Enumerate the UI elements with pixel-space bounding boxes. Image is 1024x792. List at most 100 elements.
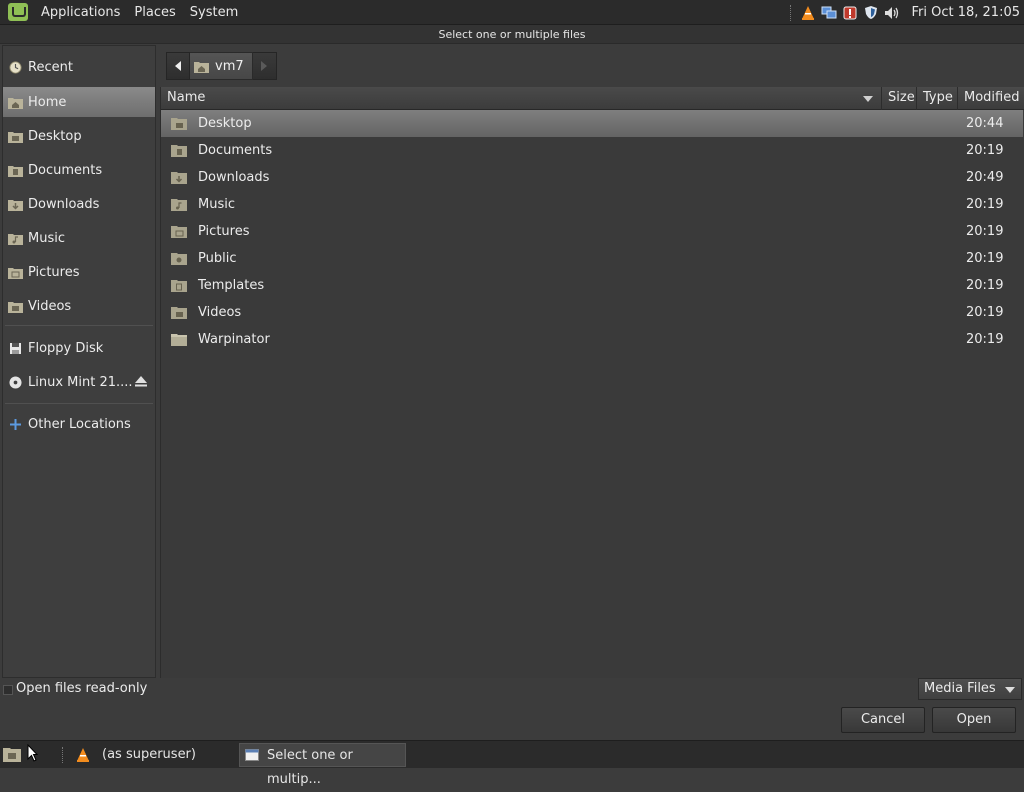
sidebar-item-floppy[interactable]: Floppy Disk — [3, 333, 155, 363]
volume-icon[interactable] — [884, 5, 900, 21]
sidebar-item-pictures[interactable]: Pictures — [3, 257, 155, 287]
folder-icon — [171, 145, 187, 157]
read-only-checkbox[interactable] — [3, 685, 13, 695]
system-tray: Fri Oct 18, 21:05 — [790, 0, 1024, 25]
sidebar-item-label: Home — [28, 94, 67, 110]
dialog-footer: Open files read-only Media Files Cancel … — [0, 678, 1024, 740]
menu-applications[interactable]: Applications — [34, 5, 127, 20]
home-folder-icon — [194, 61, 209, 73]
taskbar-separator — [62, 747, 64, 763]
chevron-left-icon — [175, 61, 181, 71]
folder-icon — [8, 131, 23, 143]
taskbar-item-label: Select one or multip... — [267, 748, 353, 787]
update-alert-icon[interactable] — [842, 5, 858, 21]
filter-value: Media Files — [924, 681, 996, 696]
sidebar-item-label: Desktop — [28, 128, 82, 144]
file-row-music[interactable]: Music 20:19 — [161, 191, 1023, 218]
file-modified: 20:19 — [966, 251, 1004, 266]
folder-icon — [171, 280, 187, 292]
plus-icon — [10, 418, 21, 430]
column-header-label: Name — [167, 90, 206, 105]
vlc-icon — [77, 748, 89, 762]
taskbar-item-file-dialog[interactable]: Select one or multip... — [239, 743, 406, 787]
sidebar-item-label: Other Locations — [28, 416, 131, 432]
sidebar-item-desktop[interactable]: Desktop — [3, 121, 155, 151]
folder-icon — [8, 199, 23, 211]
taskbar-item-vlc[interactable]: (as superuser) — [74, 743, 234, 767]
folder-icon — [8, 165, 23, 177]
show-desktop-icon[interactable] — [2, 745, 22, 763]
column-header-type[interactable]: Type — [917, 87, 958, 110]
sidebar-item-documents[interactable]: Documents — [3, 155, 155, 185]
file-row-documents[interactable]: Documents 20:19 — [161, 137, 1023, 164]
file-list[interactable]: Name Size Type Modified Desktop 20:44 Do… — [160, 87, 1024, 678]
menu-places[interactable]: Places — [127, 5, 182, 20]
folder-icon — [8, 301, 23, 313]
open-button[interactable]: Open — [932, 707, 1016, 733]
file-row-warpinator[interactable]: Warpinator 20:19 — [161, 326, 1023, 353]
clock[interactable]: Fri Oct 18, 21:05 — [911, 5, 1020, 20]
taskbar: (as superuser) Select one or multip... — [0, 740, 1024, 787]
path-bar: vm7 — [166, 52, 277, 80]
folder-icon — [171, 307, 187, 319]
file-row-templates[interactable]: Templates 20:19 — [161, 272, 1023, 299]
sidebar-item-linux-mint-disc[interactable]: Linux Mint 21.... — [3, 367, 155, 397]
dialog-title: Select one or multiple files — [0, 25, 1024, 44]
file-row-videos[interactable]: Videos 20:19 — [161, 299, 1023, 326]
file-name: Desktop — [198, 116, 252, 131]
sidebar-item-home[interactable]: Home — [3, 87, 155, 117]
file-row-pictures[interactable]: Pictures 20:19 — [161, 218, 1023, 245]
taskbar-item-label: (as superuser) — [102, 747, 196, 762]
chevron-right-icon — [261, 61, 268, 71]
file-modified: 20:44 — [966, 116, 1004, 131]
file-row-desktop[interactable]: Desktop 20:44 — [161, 110, 1023, 137]
eject-icon[interactable] — [135, 376, 147, 387]
folder-icon — [8, 233, 23, 245]
column-header-modified[interactable]: Modified — [958, 87, 1024, 110]
shield-icon[interactable] — [863, 5, 879, 21]
sidebar-item-label: Downloads — [28, 196, 100, 212]
file-name: Warpinator — [198, 332, 270, 347]
folder-icon — [8, 267, 23, 279]
sidebar-item-other-locations[interactable]: Other Locations — [3, 409, 155, 439]
chevron-down-icon — [1005, 687, 1015, 693]
file-modified: 20:19 — [966, 197, 1004, 212]
sort-descending-icon — [863, 96, 873, 102]
file-type-filter[interactable]: Media Files — [918, 678, 1022, 700]
sidebar-item-label: Documents — [28, 162, 103, 178]
sidebar-item-recent[interactable]: Recent — [3, 52, 155, 82]
mint-menu-icon[interactable] — [8, 3, 28, 21]
window-icon — [245, 749, 259, 761]
folder-icon — [171, 334, 187, 346]
folder-icon — [171, 172, 187, 184]
column-header-name[interactable]: Name — [161, 87, 882, 110]
home-folder-icon — [8, 97, 23, 109]
file-row-downloads[interactable]: Downloads 20:49 — [161, 164, 1023, 191]
path-button-home[interactable]: vm7 — [190, 52, 253, 80]
sidebar-item-label: Videos — [28, 298, 72, 314]
vlc-icon[interactable] — [800, 5, 816, 21]
sidebar-item-downloads[interactable]: Downloads — [3, 189, 155, 219]
sidebar-item-label: Recent — [28, 59, 73, 75]
folder-icon — [171, 199, 187, 211]
file-modified: 20:19 — [966, 332, 1004, 347]
file-name: Documents — [198, 143, 273, 158]
cancel-button[interactable]: Cancel — [841, 707, 925, 733]
sidebar-item-music[interactable]: Music — [3, 223, 155, 253]
file-modified: 20:19 — [966, 278, 1004, 293]
column-header-size[interactable]: Size — [882, 87, 917, 110]
file-name: Music — [198, 197, 235, 212]
path-scroll-left[interactable] — [166, 52, 190, 80]
folder-icon — [171, 118, 187, 130]
sidebar-item-videos[interactable]: Videos — [3, 291, 155, 321]
top-panel: Applications Places System Fri Oct 18, 2… — [0, 0, 1024, 25]
read-only-label[interactable]: Open files read-only — [16, 681, 147, 696]
disc-icon — [9, 375, 22, 389]
sidebar-item-label: Music — [28, 230, 65, 246]
file-name: Public — [198, 251, 237, 266]
network-icon[interactable] — [821, 5, 837, 21]
file-modified: 20:49 — [966, 170, 1004, 185]
path-scroll-right[interactable] — [252, 52, 277, 80]
file-row-public[interactable]: Public 20:19 — [161, 245, 1023, 272]
menu-system[interactable]: System — [183, 5, 245, 20]
